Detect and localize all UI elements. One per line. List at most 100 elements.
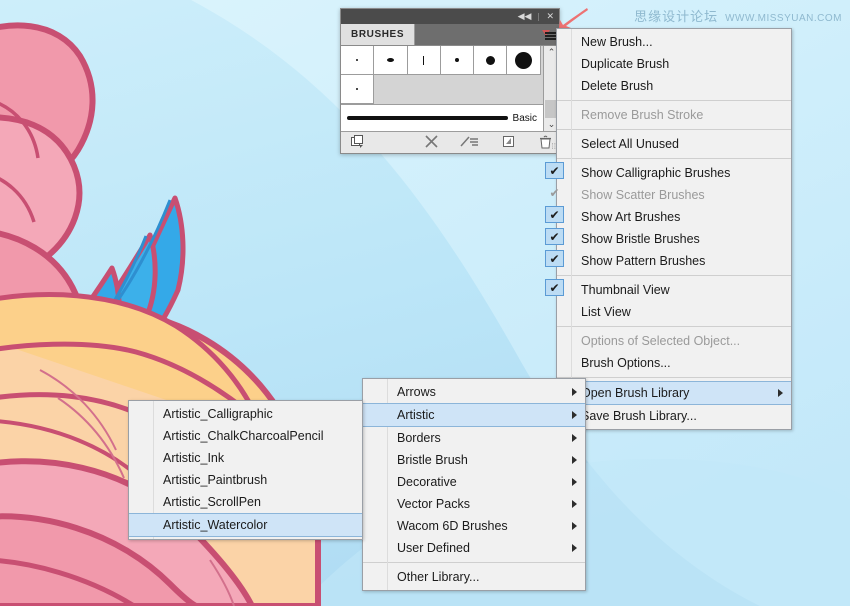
menu-item-label: Artistic_Watercolor [163,518,268,532]
library-item-other-library[interactable]: Other Library... [363,566,585,588]
menu-separator [557,275,791,276]
brush-large-dot[interactable] [507,46,541,75]
new-brush-icon[interactable] [502,135,515,150]
menu-item-show-art-brushes[interactable]: Show Art Brushes [557,206,791,228]
menu-item-open-brush-library[interactable]: Open Brush Library [557,381,791,405]
menu-item-show-scatter-brushes: Show Scatter Brushes [557,184,791,206]
brush-tiny-dot[interactable] [341,46,375,75]
close-panel-icon[interactable]: ✕ [544,12,556,21]
library-item-wacom-6d-brushes[interactable]: Wacom 6D Brushes [363,515,585,537]
library-item-artistic[interactable]: Artistic [363,403,585,427]
panel-footer-toolbar: ⁞⁞ [341,131,559,153]
remove-brush-stroke-icon[interactable] [425,135,438,150]
brush-small-dot[interactable] [440,46,475,75]
checkbox-thumbnail-view[interactable]: ✔ [545,279,564,296]
menu-item-label: Wacom 6D Brushes [397,519,508,533]
collapse-panel-icon[interactable]: ◀◀ [516,12,534,21]
brush-row-2 [341,75,543,104]
menu-item-label: Remove Brush Stroke [581,108,704,122]
screen: 思缘设计论坛 WWW.MISSYUAN.COM ◀◀ ✕ BRUSHES Bas… [0,0,850,606]
checkbox-show-calligraphic-brushes[interactable]: ✔ [545,162,564,179]
watermark-chinese-text: 思缘设计论坛 [634,9,719,24]
menu-item-label: Delete Brush [581,79,654,93]
library-item-arrows[interactable]: Arrows [363,381,585,403]
artistic-item-artistic-chalkcharcoalpencil[interactable]: Artistic_ChalkCharcoalPencil [129,425,362,447]
basic-stroke-preview [347,116,508,120]
menu-item-label: List View [581,305,631,319]
brush-stroke-basic[interactable]: Basic [341,104,543,131]
menu-item-label: User Defined [397,541,470,555]
menu-item-show-pattern-brushes[interactable]: Show Pattern Brushes [557,250,791,272]
menu-separator [363,562,585,563]
delete-brush-icon[interactable] [539,135,552,151]
menu-item-label: Artistic_ChalkCharcoalPencil [163,429,324,443]
brush-options-icon[interactable] [460,135,480,150]
library-item-bristle-brush[interactable]: Bristle Brush [363,449,585,471]
library-item-vector-packs[interactable]: Vector Packs [363,493,585,515]
artistic-item-artistic-watercolor[interactable]: Artistic_Watercolor [129,513,362,537]
submenu-arrow-icon [572,544,577,552]
panel-menu-icon[interactable] [542,27,556,41]
scroll-up-icon[interactable]: ⌃ [548,46,556,59]
menu-item-new-brush[interactable]: New Brush... [557,31,791,53]
menu-separator [557,158,791,159]
submenu-arrow-icon [572,388,577,396]
library-item-decorative[interactable]: Decorative [363,471,585,493]
artistic-library-submenu: Artistic_Calligraphic Artistic_ChalkCharc… [128,400,363,540]
submenu-arrow-icon [572,478,577,486]
checkbox-show-art-brushes[interactable]: ✔ [545,206,564,223]
scroll-down-icon[interactable]: ⌄ [548,118,556,131]
menu-item-delete-brush[interactable]: Delete Brush [557,75,791,97]
panel-tab-row: BRUSHES [341,24,559,45]
brush-libraries-icon[interactable] [351,135,365,150]
brush-panel-menu: New Brush... Duplicate Brush Delete Brush R… [556,28,792,430]
menu-item-label: Thumbnail View [581,283,670,297]
brushes-panel: ◀◀ ✕ BRUSHES Basic ⌃ ⌄ ⁞⁞ [340,8,560,154]
menu-item-thumbnail-view[interactable]: Thumbnail View [557,279,791,301]
submenu-arrow-icon [778,389,783,397]
artistic-item-artistic-scrollpen[interactable]: Artistic_ScrollPen [129,491,362,513]
checkbox-show-pattern-brushes[interactable]: ✔ [545,250,564,267]
brush-grid: Basic [341,46,543,131]
brush-thin-line[interactable] [407,46,441,75]
menu-item-label: Duplicate Brush [581,57,670,71]
menu-item-label: Options of Selected Object... [581,334,741,348]
menu-item-show-calligraphic-brushes[interactable]: Show Calligraphic Brushes [557,162,791,184]
brush-oval-dot[interactable] [374,46,408,75]
menu-item-select-all-unused[interactable]: Select All Unused [557,133,791,155]
panel-titlebar: ◀◀ ✕ [341,9,559,24]
submenu-arrow-icon [572,456,577,464]
tab-brushes[interactable]: BRUSHES [341,24,416,45]
checkbox-show-scatter-brushes: ✔ [549,185,560,200]
brush-thumbnail-area: Basic ⌃ ⌄ [341,46,559,131]
menu-separator [557,100,791,101]
menu-item-label: Artistic_Paintbrush [163,473,268,487]
menu-item-save-brush-library[interactable]: Save Brush Library... [557,405,791,427]
checkbox-show-bristle-brushes[interactable]: ✔ [545,228,564,245]
artistic-item-artistic-paintbrush[interactable]: Artistic_Paintbrush [129,469,362,491]
brush-pattern-dot[interactable] [341,75,375,104]
artistic-item-artistic-calligraphic[interactable]: Artistic_Calligraphic [129,403,362,425]
menu-item-duplicate-brush[interactable]: Duplicate Brush [557,53,791,75]
library-item-user-defined[interactable]: User Defined [363,537,585,559]
submenu-arrow-icon [572,522,577,530]
brush-medium-dot[interactable] [474,46,508,75]
menu-item-remove-brush-stroke: Remove Brush Stroke [557,104,791,126]
menu-item-label: Artistic_Calligraphic [163,407,273,421]
menu-item-show-bristle-brushes[interactable]: Show Bristle Brushes [557,228,791,250]
submenu-arrow-icon [572,500,577,508]
submenu-arrow-icon [572,411,577,419]
basic-stroke-label: Basic [512,112,537,124]
menu-item-label: Show Calligraphic Brushes [581,166,731,180]
menu-item-label: Artistic_ScrollPen [163,495,261,509]
menu-item-label: Select All Unused [581,137,679,151]
library-item-borders[interactable]: Borders [363,427,585,449]
artistic-item-artistic-ink[interactable]: Artistic_Ink [129,447,362,469]
menu-item-label: Brush Options... [581,356,671,370]
menu-item-label: Bristle Brush [397,453,468,467]
menu-item-brush-options[interactable]: Brush Options... [557,352,791,374]
menu-item-list-view[interactable]: List View [557,301,791,323]
brush-grid-empty-space [374,75,543,104]
menu-item-label: Decorative [397,475,457,489]
menu-separator [557,326,791,327]
